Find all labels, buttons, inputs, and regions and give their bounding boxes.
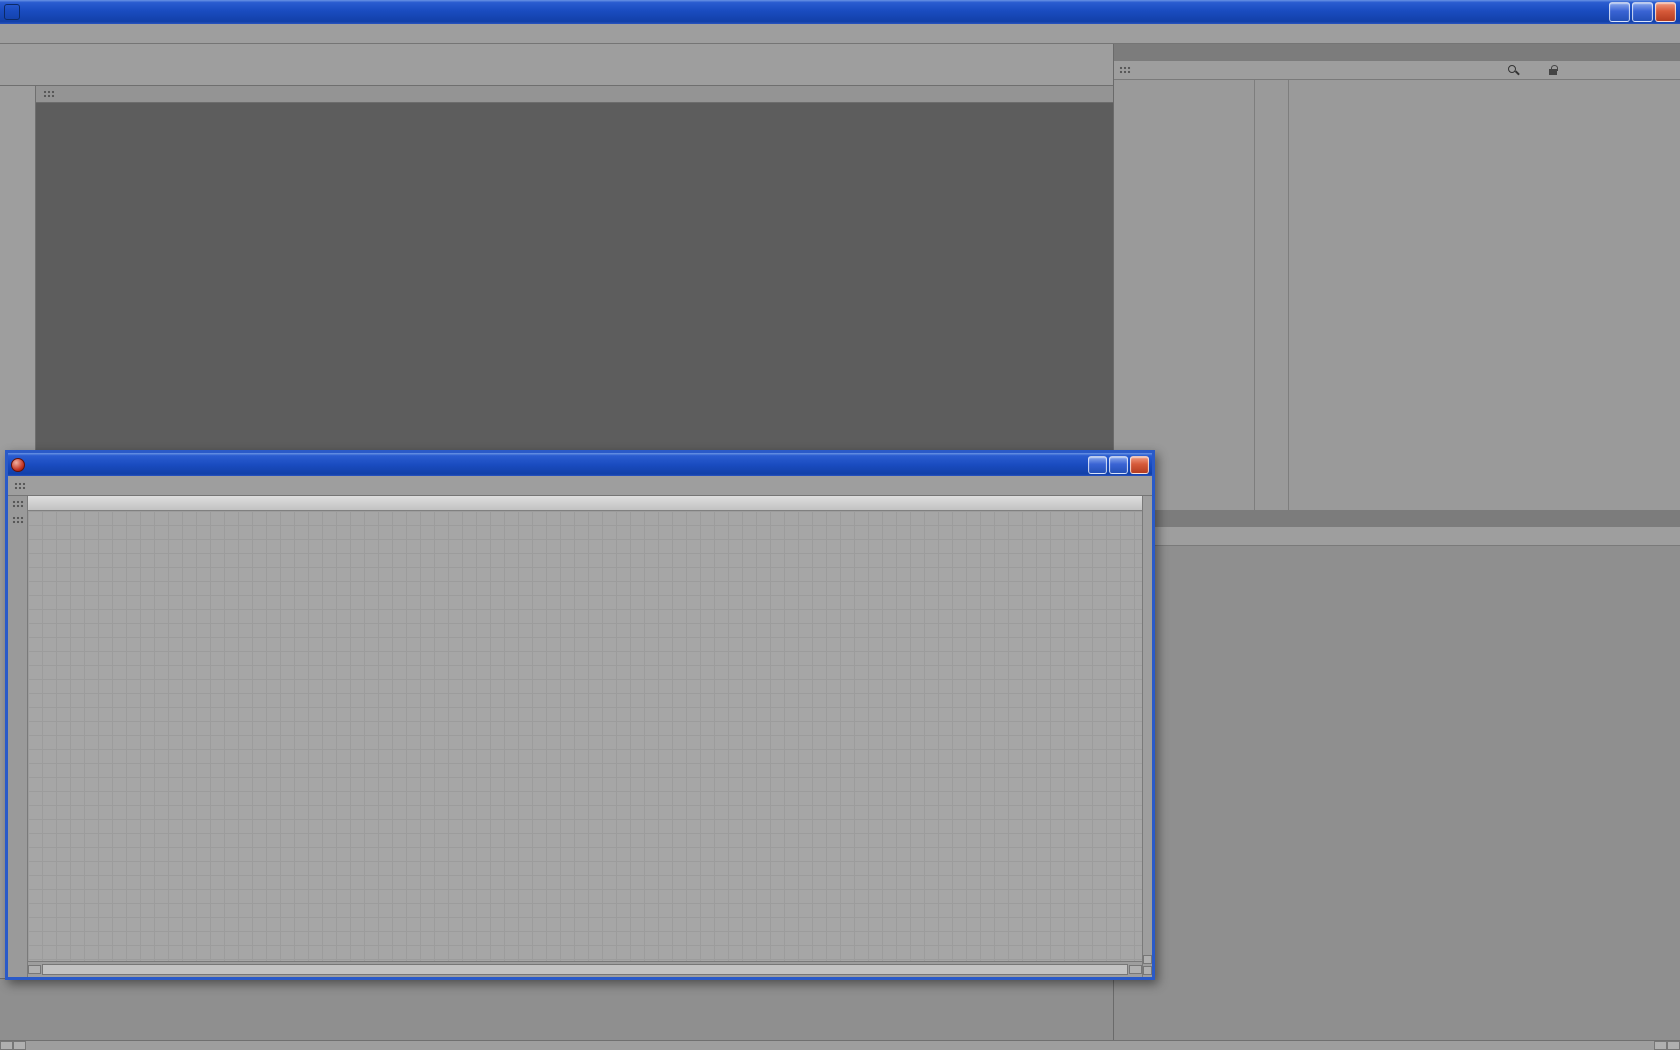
xpresso-menubar bbox=[8, 476, 1152, 496]
panel-grip-icon[interactable] bbox=[11, 516, 24, 524]
object-manager-tabs bbox=[1114, 44, 1680, 61]
hscroll-thumb[interactable] bbox=[42, 963, 1128, 975]
xpresso-maximize-button[interactable] bbox=[1109, 455, 1128, 474]
xpresso-node-canvas[interactable] bbox=[28, 511, 1142, 961]
xgroup-header[interactable] bbox=[28, 496, 1142, 511]
xpresso-vscrollbar[interactable] bbox=[1142, 496, 1152, 977]
scroll-left-icon[interactable] bbox=[28, 964, 41, 974]
column-separator bbox=[1288, 80, 1289, 510]
search-icon[interactable] bbox=[1506, 63, 1520, 77]
scroll-right-icon[interactable] bbox=[1667, 1041, 1680, 1050]
xpresso-minimize-button[interactable] bbox=[1088, 455, 1107, 474]
object-manager-menubar bbox=[1114, 61, 1680, 80]
app-logo-icon bbox=[4, 4, 20, 20]
cinema4d-application bbox=[0, 0, 1680, 1050]
panel-grip-icon[interactable] bbox=[43, 90, 55, 98]
scroll-right-icon[interactable] bbox=[13, 1041, 26, 1050]
column-separator bbox=[1254, 80, 1255, 510]
scroll-left-icon[interactable] bbox=[0, 1041, 13, 1050]
panel-grip-icon[interactable] bbox=[11, 500, 24, 508]
window-titlebar[interactable] bbox=[0, 0, 1680, 24]
attribute-manager-panel bbox=[1114, 510, 1680, 1050]
object-manager-panel bbox=[1113, 44, 1680, 1050]
app-bottom-scrollbar bbox=[0, 1040, 1680, 1050]
close-button[interactable] bbox=[1655, 2, 1676, 22]
main-menubar bbox=[0, 24, 1680, 44]
lower-panel-band bbox=[0, 978, 1113, 1040]
attribute-manager-tabs bbox=[1114, 510, 1680, 527]
scroll-up-icon[interactable] bbox=[1143, 955, 1152, 964]
viewport-menubar bbox=[36, 86, 1113, 103]
panel-grip-icon[interactable] bbox=[1119, 66, 1131, 74]
maximize-button[interactable] bbox=[1632, 2, 1653, 22]
xpresso-window-icon bbox=[11, 457, 25, 472]
lock-icon[interactable] bbox=[1546, 63, 1560, 77]
scroll-down-icon[interactable] bbox=[1143, 966, 1152, 975]
panel-grip-icon[interactable] bbox=[14, 481, 26, 490]
xpresso-titlebar[interactable] bbox=[8, 453, 1152, 476]
attribute-manager-menubar bbox=[1114, 527, 1680, 546]
scroll-right-icon[interactable] bbox=[1129, 964, 1142, 974]
scroll-left-icon[interactable] bbox=[1654, 1041, 1667, 1050]
minimize-button[interactable] bbox=[1609, 2, 1630, 22]
xpresso-editor-window[interactable] bbox=[5, 450, 1155, 980]
xpresso-hscrollbar[interactable] bbox=[28, 961, 1142, 976]
xpresso-close-button[interactable] bbox=[1130, 455, 1149, 474]
object-manager-header-icons bbox=[1506, 63, 1560, 77]
xpresso-side-strip bbox=[8, 496, 28, 977]
node-wires bbox=[28, 511, 1141, 961]
home-icon[interactable] bbox=[1526, 63, 1540, 77]
